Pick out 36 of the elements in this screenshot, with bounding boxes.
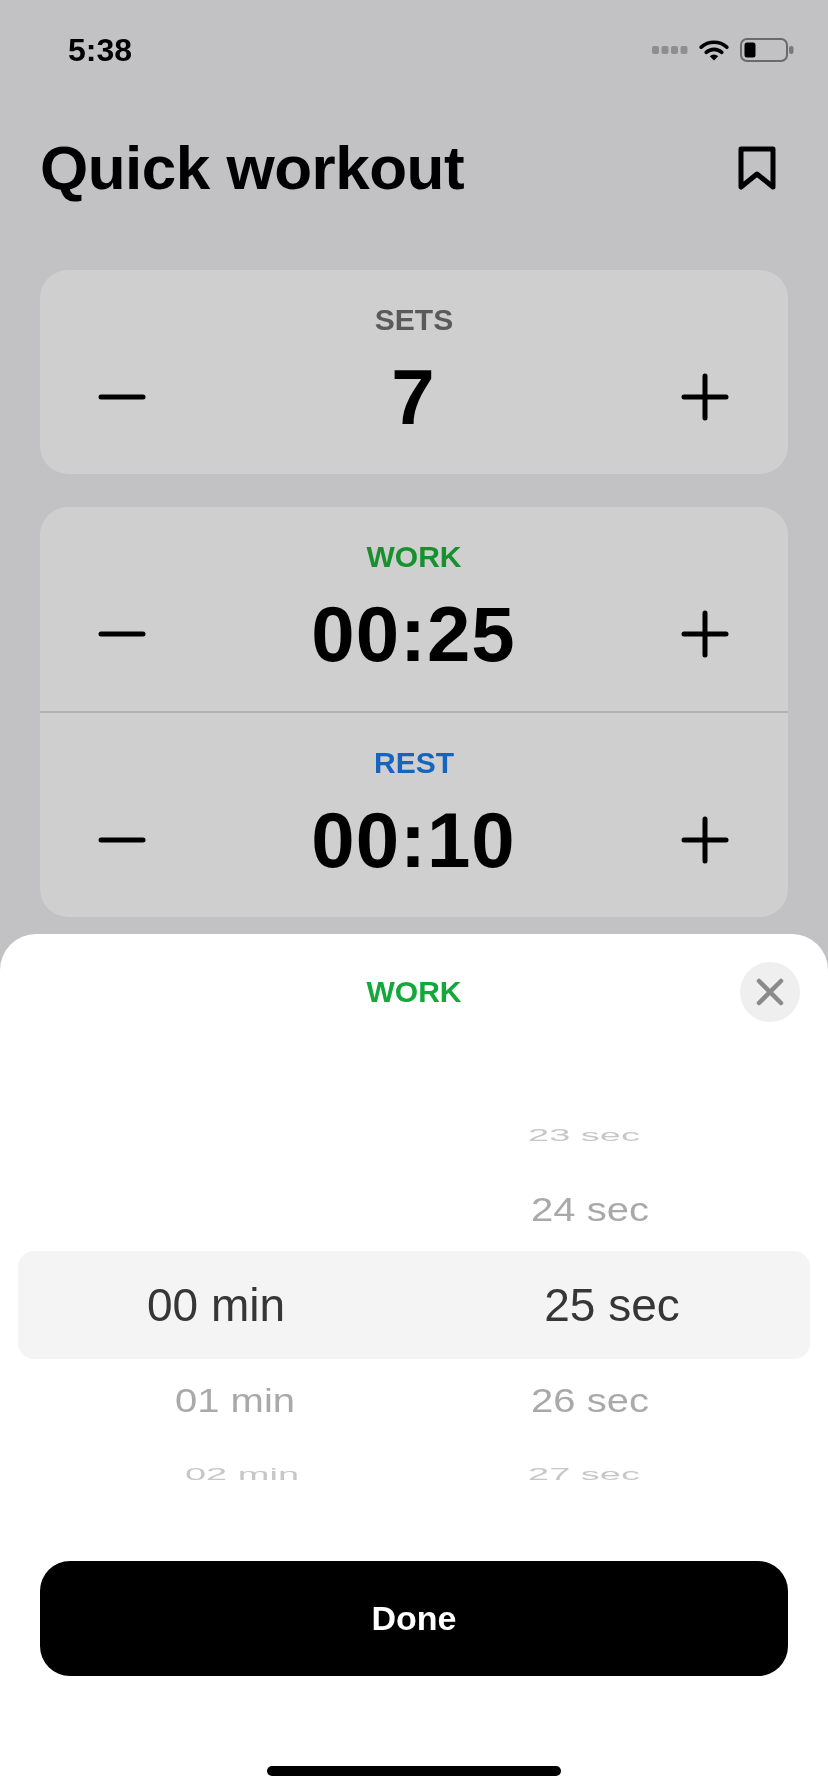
sheet-title: WORK — [366, 974, 462, 1010]
wifi-icon — [699, 39, 729, 61]
counter-label: REST — [374, 745, 454, 781]
decrement-button[interactable] — [98, 631, 146, 637]
counter-value: 7 — [391, 352, 436, 442]
close-icon — [756, 978, 784, 1006]
status-time: 5:38 — [68, 31, 133, 69]
done-button[interactable]: Done — [40, 1561, 788, 1676]
bookmark-icon — [737, 145, 777, 191]
picker-option[interactable]: 24 sec — [531, 1190, 649, 1229]
decrement-button[interactable] — [98, 394, 146, 400]
counter-label: SETS — [374, 302, 454, 338]
picker-option[interactable]: 00 min — [146, 1278, 286, 1332]
increment-button[interactable] — [681, 816, 729, 864]
battery-icon — [740, 38, 794, 62]
picker-option[interactable]: 27 sec — [528, 1465, 640, 1483]
picker-option[interactable]: 01 min — [174, 1381, 296, 1420]
plus-icon — [681, 610, 729, 658]
minus-icon — [98, 394, 146, 400]
picker-option[interactable]: 02 min — [184, 1465, 300, 1483]
picker-option[interactable]: 26 sec — [531, 1381, 649, 1420]
signal-icon — [652, 46, 688, 54]
minus-icon — [98, 837, 146, 843]
plus-icon — [681, 816, 729, 864]
page-title: Quick workout — [40, 132, 465, 204]
plus-icon — [681, 373, 729, 421]
bookmark-button[interactable] — [737, 145, 777, 191]
minus-icon — [98, 631, 146, 637]
counter-value: 00:10 — [311, 795, 516, 885]
counter-label: WORK — [366, 539, 462, 575]
picker-option[interactable]: 25 sec — [544, 1278, 680, 1332]
increment-button[interactable] — [681, 610, 729, 658]
decrement-button[interactable] — [98, 837, 146, 843]
picker-option[interactable]: 23 sec — [528, 1126, 640, 1144]
counter-value: 00:25 — [311, 589, 516, 679]
increment-button[interactable] — [681, 373, 729, 421]
